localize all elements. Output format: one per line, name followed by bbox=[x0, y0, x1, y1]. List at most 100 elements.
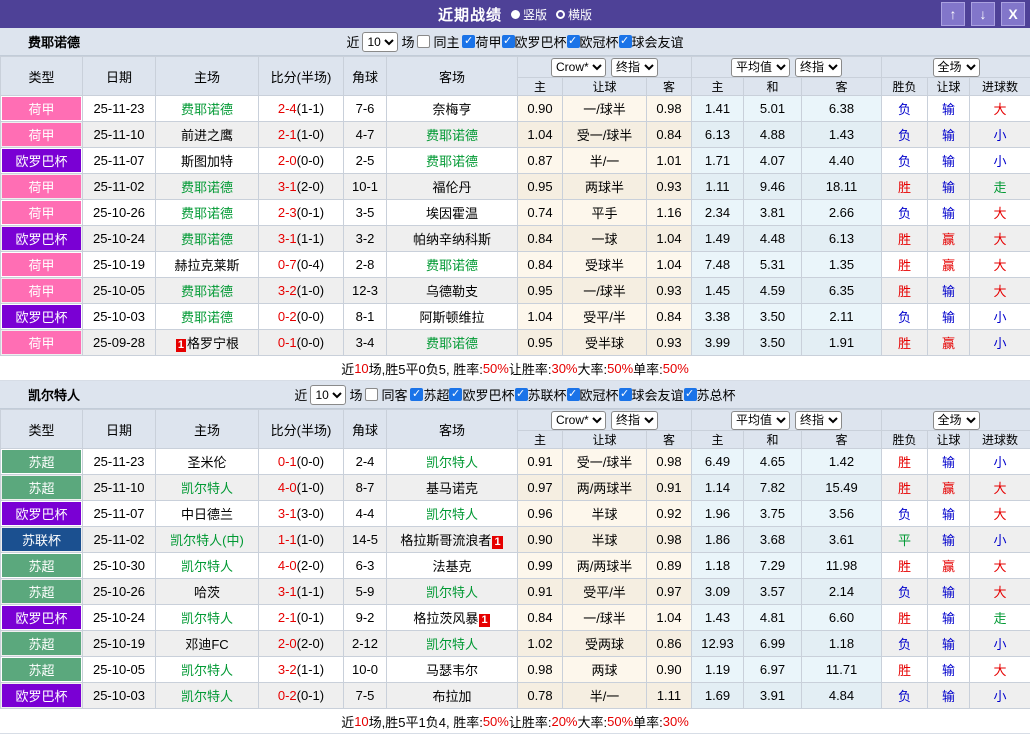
corner-cell: 3-2 bbox=[344, 226, 387, 252]
match-count-select[interactable]: 10 bbox=[362, 32, 398, 52]
away-team-cell: 费耶诺德 bbox=[387, 252, 518, 278]
match-row: 苏联杯25-11-02凯尔特人(中)1-1(1-0)14-5格拉斯哥流浪者10.… bbox=[1, 527, 1030, 553]
league-filter-球会友谊[interactable]: 球会友谊 bbox=[619, 32, 684, 51]
league-filter-苏联杯[interactable]: 苏联杯 bbox=[515, 385, 567, 404]
goals-result: 大 bbox=[970, 553, 1030, 579]
league-filter-欧罗巴杯[interactable]: 欧罗巴杯 bbox=[502, 32, 567, 51]
near-label: 近 bbox=[346, 32, 359, 51]
handicap-result: 赢 bbox=[928, 226, 970, 252]
close-button[interactable]: X bbox=[1001, 2, 1025, 26]
layout-radio-horizontal[interactable]: 横版 bbox=[556, 6, 592, 23]
euro-away-odds: 2.14 bbox=[802, 579, 882, 605]
euro-home-odds: 7.48 bbox=[692, 252, 744, 278]
score-cell: 3-1(1-1) bbox=[259, 226, 344, 252]
home-team-name: 凯尔特人 bbox=[181, 611, 233, 626]
away-team-name: 费耶诺德 bbox=[426, 336, 478, 351]
summary-segment: 30% bbox=[551, 361, 577, 376]
league-filter-label: 欧罗巴杯 bbox=[515, 32, 567, 51]
league-filter-苏超[interactable]: 苏超 bbox=[410, 385, 449, 404]
winloss-result: 胜 bbox=[882, 475, 928, 501]
home-team-cell: 费耶诺德 bbox=[156, 226, 259, 252]
away-team-name: 乌德勒支 bbox=[426, 284, 478, 299]
winloss-result: 胜 bbox=[882, 553, 928, 579]
same-venue-label: 同主 bbox=[433, 32, 459, 51]
asian-home-odds: 1.02 bbox=[518, 631, 563, 657]
same-venue-checkbox[interactable] bbox=[365, 388, 378, 401]
euro-odds-header: 平均值 终指 bbox=[692, 57, 882, 78]
match-row: 荷甲25-11-23费耶诺德2-4(1-1)7-6奈梅亨0.90一/球半0.98… bbox=[1, 96, 1030, 122]
home-team-cell: 费耶诺德 bbox=[156, 278, 259, 304]
league-cell: 荷甲 bbox=[1, 278, 83, 304]
date-cell: 25-11-10 bbox=[83, 122, 156, 148]
euro-draw-odds: 4.81 bbox=[744, 605, 802, 631]
goals-result: 小 bbox=[970, 148, 1030, 174]
league-badge: 荷甲 bbox=[2, 123, 81, 146]
league-filter-欧冠杯[interactable]: 欧冠杯 bbox=[567, 385, 619, 404]
league-filter-球会友谊[interactable]: 球会友谊 bbox=[619, 385, 684, 404]
subcol-winloss: 胜负 bbox=[882, 431, 928, 449]
euro-odds-time-select[interactable]: 终指 bbox=[795, 58, 842, 77]
handicap-line: 一/球半 bbox=[563, 96, 647, 122]
full-score: 3-1 bbox=[278, 179, 297, 194]
handicap-result: 赢 bbox=[928, 252, 970, 278]
league-cell: 欧罗巴杯 bbox=[1, 605, 83, 631]
league-filter-欧冠杯[interactable]: 欧冠杯 bbox=[567, 32, 619, 51]
match-count-select[interactable]: 10 bbox=[310, 385, 346, 405]
winloss-result: 负 bbox=[882, 200, 928, 226]
move-up-button[interactable]: ↑ bbox=[941, 2, 965, 26]
euro-odds-source-select[interactable]: 平均值 bbox=[731, 411, 790, 430]
arrow-down-icon: ↓ bbox=[980, 7, 987, 21]
away-team-name: 凯尔特人 bbox=[426, 637, 478, 652]
handicap-result: 赢 bbox=[928, 475, 970, 501]
scope-select[interactable]: 全场 bbox=[933, 411, 980, 430]
home-team-name: 凯尔特人 bbox=[181, 559, 233, 574]
euro-odds-time-select[interactable]: 终指 bbox=[795, 411, 842, 430]
euro-home-odds: 3.09 bbox=[692, 579, 744, 605]
summary-segment: 50% bbox=[663, 361, 689, 376]
goals-result: 大 bbox=[970, 278, 1030, 304]
league-filter-苏总杯[interactable]: 苏总杯 bbox=[684, 385, 736, 404]
bookmaker-select[interactable]: Crow* bbox=[551, 411, 606, 430]
match-row: 欧罗巴杯25-11-07斯图加特2-0(0-0)2-5费耶诺德0.87半/一1.… bbox=[1, 148, 1030, 174]
league-filter-欧罗巴杯[interactable]: 欧罗巴杯 bbox=[449, 385, 514, 404]
league-filter-label: 欧罗巴杯 bbox=[462, 385, 514, 404]
half-score: (1-0) bbox=[297, 283, 324, 298]
summary-segment: 50% bbox=[607, 714, 633, 729]
scope-select[interactable]: 全场 bbox=[933, 58, 980, 77]
euro-draw-odds: 3.57 bbox=[744, 579, 802, 605]
checkbox-checked-icon bbox=[619, 388, 632, 401]
league-badge: 苏超 bbox=[2, 476, 81, 499]
home-team-name: 费耶诺德 bbox=[181, 102, 233, 117]
bookmaker-select[interactable]: Crow* bbox=[551, 58, 606, 77]
corner-cell: 10-1 bbox=[344, 174, 387, 200]
col-header-score: 比分(半场) bbox=[259, 410, 344, 449]
euro-home-odds: 1.86 bbox=[692, 527, 744, 553]
same-venue-checkbox[interactable] bbox=[417, 35, 430, 48]
away-team-name: 法基克 bbox=[432, 559, 471, 574]
handicap-line: 受一/球半 bbox=[563, 449, 647, 475]
league-badge: 苏超 bbox=[2, 632, 81, 655]
layout-radio-vertical[interactable]: 竖版 bbox=[511, 6, 547, 23]
move-down-button[interactable]: ↓ bbox=[971, 2, 995, 26]
titlebar-center: 近期战绩 竖版 横版 bbox=[0, 4, 1030, 25]
half-score: (1-1) bbox=[297, 662, 324, 677]
handicap-result: 输 bbox=[928, 631, 970, 657]
full-score: 3-1 bbox=[278, 231, 297, 246]
euro-draw-odds: 4.65 bbox=[744, 449, 802, 475]
asian-away-odds: 1.04 bbox=[647, 605, 692, 631]
asian-odds-time-select[interactable]: 终指 bbox=[611, 411, 658, 430]
match-row: 苏超25-10-05凯尔特人3-2(1-1)10-0马瑟韦尔0.98两球0.90… bbox=[1, 657, 1030, 683]
league-filter-label: 球会友谊 bbox=[632, 385, 684, 404]
winloss-result: 平 bbox=[882, 527, 928, 553]
euro-odds-source-select[interactable]: 平均值 bbox=[731, 58, 790, 77]
date-cell: 25-10-19 bbox=[83, 252, 156, 278]
half-score: (0-4) bbox=[297, 257, 324, 272]
subcol-handicap: 让球 bbox=[563, 431, 647, 449]
summary-segment: 单率: bbox=[633, 359, 663, 378]
checkbox-checked-icon bbox=[502, 35, 515, 48]
away-team-cell: 福伦丹 bbox=[387, 174, 518, 200]
league-filter-荷甲[interactable]: 荷甲 bbox=[462, 32, 501, 51]
handicap-line: 受一/球半 bbox=[563, 122, 647, 148]
asian-home-odds: 0.95 bbox=[518, 330, 563, 356]
asian-odds-time-select[interactable]: 终指 bbox=[611, 58, 658, 77]
